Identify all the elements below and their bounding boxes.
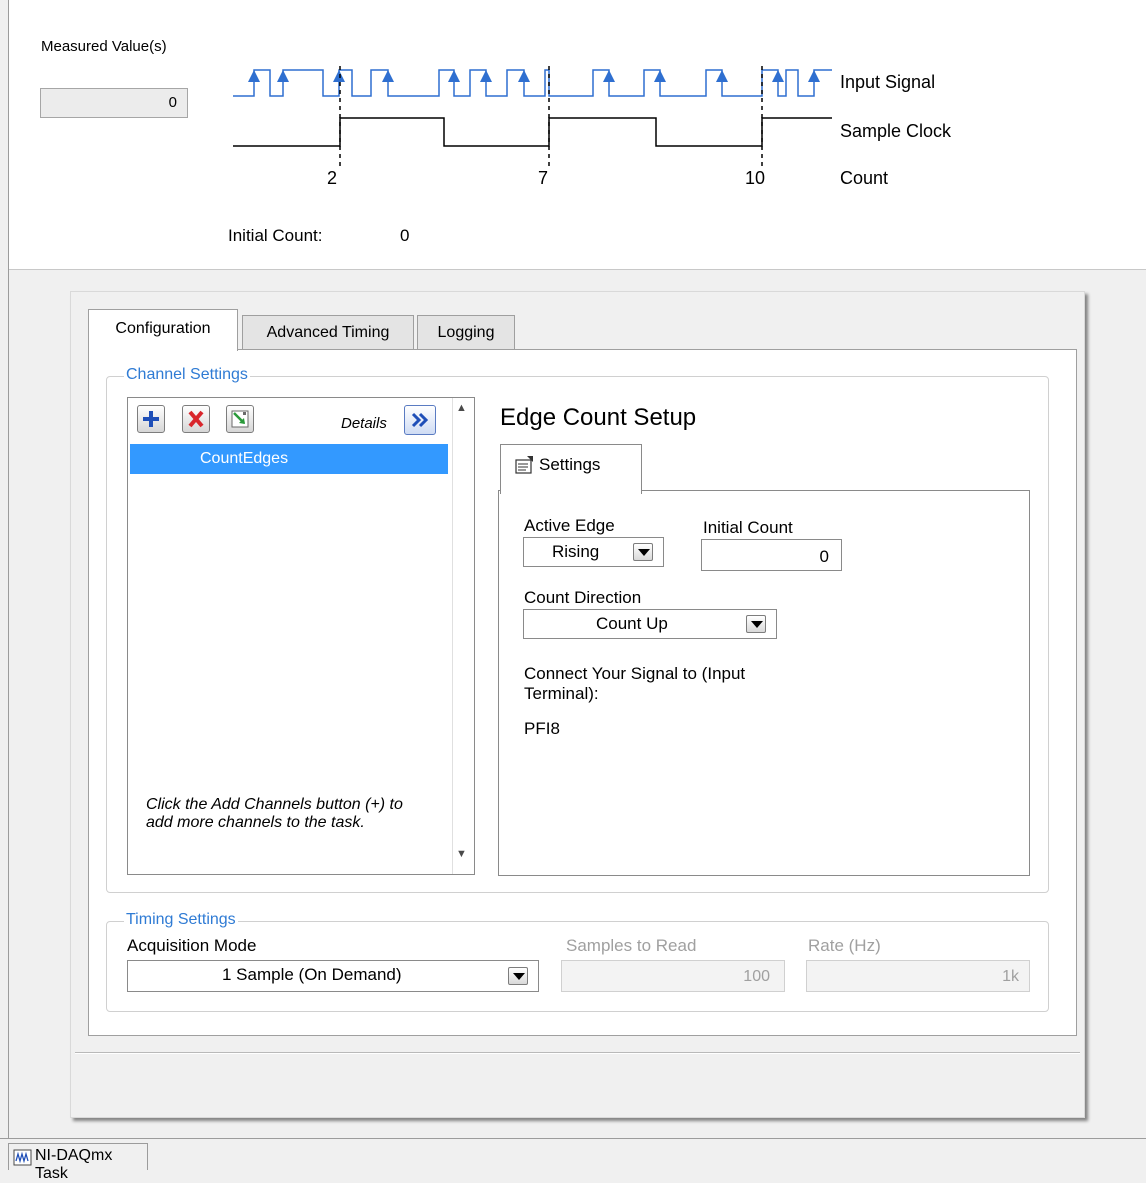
count-tick: 10	[745, 168, 766, 188]
remove-channel-button[interactable]	[182, 405, 210, 433]
count-direction-label: Count Direction	[524, 588, 642, 607]
channel-list-item[interactable]: CountEdges	[130, 444, 448, 474]
rising-edge-arrows	[248, 70, 820, 82]
tab-logging[interactable]: Logging	[417, 315, 515, 349]
initial-count-input[interactable]: 0	[701, 539, 842, 571]
daqmx-task-icon	[13, 1149, 32, 1166]
count-tick: 2	[327, 168, 338, 188]
input-terminal-label: Connect Your Signal to (Input Terminal):	[524, 664, 746, 703]
rate-input[interactable]: 1k	[806, 960, 1030, 992]
bottom-tab-bar	[0, 1138, 1146, 1170]
samples-to-read-input[interactable]: 100	[561, 960, 785, 992]
active-edge-label: Active Edge	[524, 516, 615, 535]
acquisition-mode-dropdown[interactable]: 1 Sample (On Demand)	[127, 960, 539, 992]
timing-diagram	[233, 66, 832, 170]
scroll-up-arrow-icon[interactable]: ▲	[456, 402, 467, 414]
task-tab-label: NI-DAQmx Task	[35, 1147, 113, 1182]
samples-to-read-label: Samples to Read	[566, 936, 697, 955]
details-expand-button[interactable]	[404, 405, 436, 435]
left-border	[0, 0, 9, 1170]
sample-clock-label: Sample Clock	[840, 121, 952, 141]
diagram-initial-count-value: 0	[400, 226, 410, 245]
tab-configuration[interactable]: Configuration	[88, 309, 238, 351]
channel-settings-title: Channel Settings	[124, 366, 250, 384]
dropdown-arrow-icon[interactable]	[508, 967, 528, 985]
channel-map-icon	[231, 410, 249, 428]
scroll-down-arrow-icon[interactable]: ▼	[456, 848, 467, 860]
settings-tab-label: Settings	[539, 455, 601, 474]
setup-title: Edge Count Setup	[500, 404, 697, 431]
input-signal-wave	[233, 69, 832, 97]
remove-x-icon	[188, 410, 204, 428]
active-edge-dropdown[interactable]: Rising	[523, 537, 664, 567]
add-channels-hint: Click the Add Channels button (+) to add…	[146, 796, 403, 831]
panel-separator	[75, 1052, 1080, 1054]
count-direction-dropdown[interactable]: Count Up	[523, 609, 777, 639]
count-direction-value: Count Up	[596, 614, 668, 633]
acquisition-mode-value: 1 Sample (On Demand)	[222, 965, 402, 984]
dropdown-arrow-icon[interactable]	[746, 615, 766, 633]
count-label: Count	[840, 168, 889, 188]
settings-properties-icon	[515, 456, 533, 474]
add-channel-button[interactable]	[137, 405, 165, 433]
timing-settings-title: Timing Settings	[124, 911, 238, 929]
acquisition-mode-label: Acquisition Mode	[127, 936, 257, 955]
change-physical-channel-button[interactable]	[226, 405, 254, 433]
double-chevron-right-icon	[411, 412, 429, 428]
input-terminal-value: PFI8	[524, 719, 560, 738]
details-label: Details	[341, 415, 387, 432]
rate-label: Rate (Hz)	[808, 936, 881, 955]
input-signal-label: Input Signal	[840, 72, 936, 92]
dropdown-arrow-icon[interactable]	[633, 543, 653, 561]
diagram-initial-count-label: Initial Count:	[228, 226, 323, 245]
count-tick: 7	[538, 168, 549, 188]
tab-settings[interactable]: Settings	[500, 444, 642, 494]
channel-list-scrollbar[interactable]	[452, 398, 474, 874]
plus-icon	[143, 411, 159, 427]
task-tab[interactable]: NI-DAQmx Task	[8, 1143, 148, 1182]
initial-count-label: Initial Count	[703, 518, 793, 537]
sample-clock-wave	[233, 117, 832, 147]
active-edge-value: Rising	[552, 542, 600, 561]
tab-advanced-timing[interactable]: Advanced Timing	[242, 315, 414, 349]
